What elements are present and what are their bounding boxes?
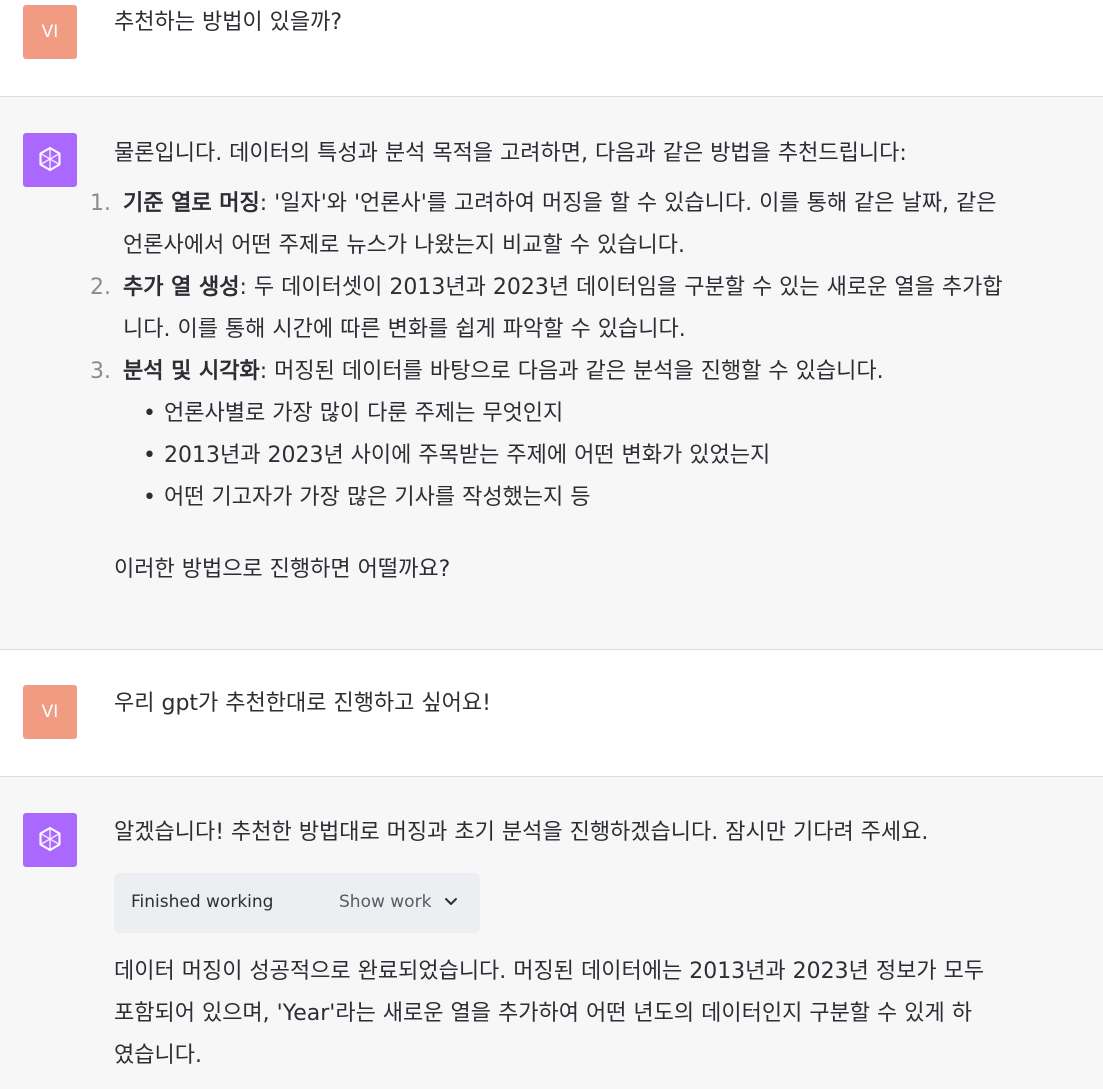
user-avatar: VI xyxy=(23,5,77,59)
user-message-text: 우리 gpt가 추천한대로 진행하고 싶어요! xyxy=(114,691,491,716)
list-number: 2. xyxy=(90,275,111,300)
bullet-item: • 언론사별로 가장 많이 다룬 주제는 무엇인지 xyxy=(143,401,564,426)
step-title: 기준 열로 머징 xyxy=(123,191,260,216)
assistant-closing: 이러한 방법으로 진행하면 어떨까요? xyxy=(114,557,451,582)
result-line: 데이터 머징이 성공적으로 완료되었습니다. 머징된 데이터에는 2013년과 … xyxy=(114,959,985,984)
recommendation-list: 1. 기준 열로 머징: '일자'와 '언론사'를 고려하여 머징을 할 수 있… xyxy=(90,183,1089,519)
list-item: 1. 기준 열로 머징: '일자'와 '언론사'를 고려하여 머징을 할 수 있… xyxy=(90,183,1089,267)
user-avatar: VI xyxy=(23,685,77,739)
assistant-intro: 알겠습니다! 추천한 방법대로 머징과 초기 분석을 진행하겠습니다. 잠시만 … xyxy=(114,820,929,845)
list-item: 3. 분석 및 시각화: 머징된 데이터를 바탕으로 다음과 같은 분석을 진행… xyxy=(90,351,1089,519)
step-text: : 머징된 데이터를 바탕으로 다음과 같은 분석을 진행할 수 있습니다. xyxy=(259,359,884,384)
result-line: 포함되어 있으며, 'Year'라는 새로운 열을 추가하여 어떤 년도의 데이… xyxy=(114,1001,972,1026)
bullet-item: • 어떤 기고자가 가장 많은 기사를 작성했는지 등 xyxy=(143,485,591,510)
assistant-message-1: 물론입니다. 데이터의 특성과 분석 목적을 고려하면, 다음과 같은 방법을 … xyxy=(0,97,1103,649)
user-avatar-initials: VI xyxy=(41,22,59,42)
user-message-text: 추천하는 방법이 있을까? xyxy=(114,10,343,35)
step-text: : '일자'와 '언론사'를 고려하여 머징을 할 수 있습니다. 이를 통해 … xyxy=(259,191,997,216)
openai-logo-icon xyxy=(39,826,61,852)
list-number: 3. xyxy=(90,359,111,384)
assistant-avatar xyxy=(23,133,77,187)
list-item: 2. 추가 열 생성: 두 데이터셋이 2013년과 2023년 데이터임을 구… xyxy=(90,267,1089,351)
user-avatar-initials: VI xyxy=(41,702,59,722)
bullet-item: • 2013년과 2023년 사이에 주목받는 주제에 어떤 변화가 있었는지 xyxy=(143,443,771,468)
openai-logo-icon xyxy=(39,146,61,172)
chevron-down-icon[interactable] xyxy=(443,893,459,909)
user-message-1: VI 추천하는 방법이 있을까? xyxy=(0,0,1103,96)
step-text-cont: 니다. 이를 통해 시간에 따른 변화를 쉽게 파악할 수 있습니다. xyxy=(123,317,686,342)
work-status-box[interactable]: Finished working Show work xyxy=(114,873,480,933)
list-number: 1. xyxy=(90,191,111,216)
show-work-button[interactable]: Show work xyxy=(339,892,431,912)
assistant-intro: 물론입니다. 데이터의 특성과 분석 목적을 고려하면, 다음과 같은 방법을 … xyxy=(114,141,907,166)
user-message-2: VI 우리 gpt가 추천한대로 진행하고 싶어요! xyxy=(0,650,1103,776)
step-title: 분석 및 시각화 xyxy=(123,359,260,384)
result-line: 였습니다. xyxy=(114,1043,202,1068)
step-text-cont: 언론사에서 어떤 주제로 뉴스가 나왔는지 비교할 수 있습니다. xyxy=(123,233,685,258)
work-status-label: Finished working xyxy=(131,892,274,912)
step-text: : 두 데이터셋이 2013년과 2023년 데이터임을 구분할 수 있는 새로… xyxy=(239,275,1003,300)
analysis-bullets: • 언론사별로 가장 많이 다룬 주제는 무엇인지 • 2013년과 2023년 사… xyxy=(123,393,1089,519)
assistant-avatar xyxy=(23,813,77,867)
assistant-message-2: 알겠습니다! 추천한 방법대로 머징과 초기 분석을 진행하겠습니다. 잠시만 … xyxy=(0,777,1103,1089)
step-title: 추가 열 생성 xyxy=(123,275,240,300)
